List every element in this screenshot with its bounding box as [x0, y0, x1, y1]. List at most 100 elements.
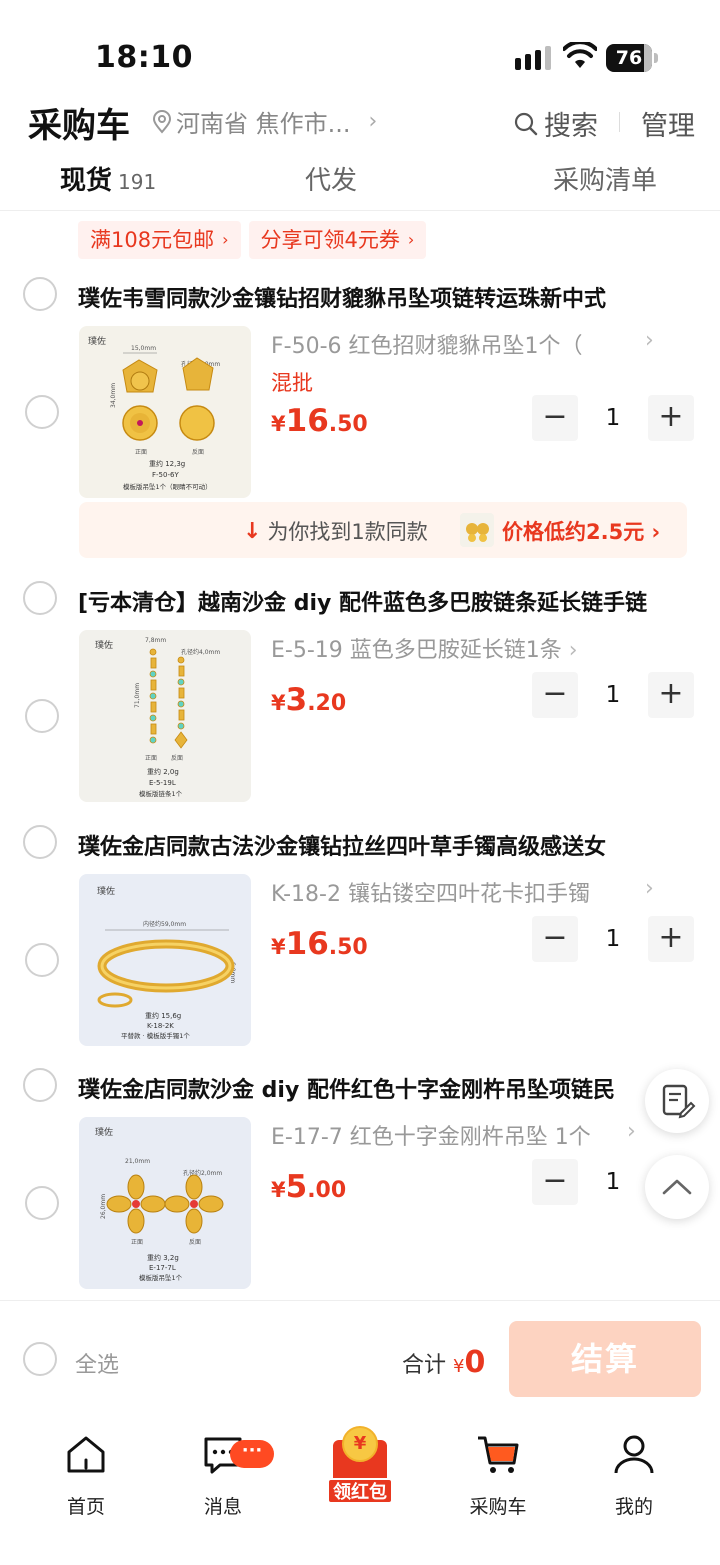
manage-button[interactable]: 管理 [641, 104, 695, 143]
product-image[interactable]: 璞佐 15,0mm 孔径约2,0mm 34,0mm 正面 反面 重约 12,3g… [79, 326, 251, 498]
nav-red-packet[interactable]: ¥ 领红包 [327, 1426, 393, 1504]
search-button[interactable]: 搜索 [514, 104, 598, 143]
decrement-button[interactable]: − [532, 672, 578, 718]
nav-home[interactable]: 首页 [31, 1430, 141, 1519]
price-integer: 16 [285, 926, 329, 962]
price-integer: 16 [285, 403, 329, 439]
location-pin-icon [152, 109, 172, 134]
divider [0, 210, 720, 211]
currency-symbol: ¥ [453, 1356, 465, 1377]
increment-button[interactable]: + [648, 916, 694, 962]
nav-messages[interactable]: 消息 ··· [168, 1430, 278, 1519]
price-decimal: .20 [307, 691, 347, 716]
increment-button[interactable]: + [648, 672, 694, 718]
tab-label: 现货 [60, 166, 113, 196]
user-icon [614, 1435, 654, 1474]
similar-item-banner[interactable]: ↓ 为你找到1款同款 价格低约2.5元 › [79, 502, 687, 558]
price: ¥5.00 [271, 1169, 347, 1205]
select-all-label[interactable]: 全选 [75, 1347, 119, 1379]
quantity-value[interactable]: 1 [578, 1159, 648, 1205]
price-decimal: .50 [328, 412, 368, 437]
nav-label: 我的 [614, 1496, 653, 1518]
product-title[interactable]: 璞佐韦雪同款沙金镶钻招财貔貅吊坠项链转运珠新中式 [78, 281, 694, 313]
note-label: 平替款 · 模板版手镯1个 [121, 1031, 190, 1040]
dim-label: 15,0mm [131, 345, 156, 352]
chevron-right-icon: › [645, 328, 654, 353]
checkout-bar: 全选 合计 ¥0 结算 [0, 1300, 720, 1412]
nav-profile[interactable]: 我的 [579, 1430, 689, 1519]
quantity-value[interactable]: 1 [578, 672, 648, 718]
tab-dropship[interactable]: 代发 [305, 160, 357, 197]
total-label: 合计 [402, 1353, 447, 1378]
quantity-value[interactable]: 1 [578, 395, 648, 441]
promo-chips: 满108元包邮 › 分享可领4元券 › [78, 221, 427, 259]
promo-free-shipping[interactable]: 满108元包邮 › [78, 221, 241, 259]
dim-label: 34,0mm [110, 383, 117, 408]
code-label: E-5-19L [149, 779, 176, 787]
location-selector[interactable]: 河南省 焦作市... › [152, 104, 377, 139]
checkout-button[interactable]: 结算 [509, 1321, 701, 1397]
nav-label: 领红包 [327, 1478, 393, 1504]
product-title[interactable]: 璞佐金店同款沙金 diy 配件红色十字金刚杵吊坠项链民 [78, 1072, 658, 1104]
sku-selector[interactable]: K-18-2 镶钻镂空四叶花卡扣手镯 [271, 876, 590, 908]
brand-mark: 璞佐 [97, 885, 115, 897]
product-title[interactable]: [亏本清仓】越南沙金 diy 配件蓝色多巴胺链条延长链手链 [78, 585, 694, 617]
sku-selector[interactable]: E-17-7 红色十字金刚杵吊坠 1个 [271, 1119, 591, 1151]
dim-label: 7,8mm [145, 637, 166, 644]
similar-price-text: 价格低约2.5元 [502, 520, 645, 544]
promo-share-coupon[interactable]: 分享可领4元券 › [248, 221, 427, 259]
store-select-radio[interactable] [23, 825, 57, 859]
home-icon [67, 1436, 105, 1473]
chevron-right-icon: › [645, 876, 654, 901]
scroll-top-button[interactable] [645, 1155, 709, 1219]
decrement-button[interactable]: − [532, 1159, 578, 1205]
similar-price-diff: 价格低约2.5元 › [502, 520, 661, 544]
tab-bar: 现货 191 代发 采购清单 [0, 150, 720, 210]
product-image[interactable]: 璞佐 21,0mm 孔径约2,0mm 26,0mm 正面 反面 重约 3,2g … [79, 1117, 251, 1289]
dim-label: 21,0mm [125, 1158, 150, 1165]
quantity-stepper: − 1 + [532, 672, 694, 718]
item-select-radio[interactable] [25, 943, 59, 977]
feedback-button[interactable] [645, 1069, 709, 1133]
item-select-radio[interactable] [25, 1186, 59, 1220]
quantity-stepper: − 1 [532, 1159, 642, 1205]
back-label: 反面 [189, 1238, 201, 1246]
sku-selector[interactable]: F-50-6 红色招财貔貅吊坠1个（ [271, 328, 583, 360]
code-label: K-18-2K [147, 1022, 174, 1030]
product-title[interactable]: 璞佐金店同款古法沙金镶钻拉丝四叶草手镯高级感送女 [78, 829, 694, 861]
select-all-radio[interactable] [23, 1342, 57, 1376]
note-label: 模板版吊坠1个 [139, 1273, 183, 1282]
front-label: 正面 [135, 449, 147, 456]
brand-mark: 璞佐 [95, 639, 113, 651]
status-time: 18:10 [95, 40, 193, 75]
total: 合计 ¥0 [402, 1345, 485, 1380]
quantity-stepper: − 1 + [532, 395, 694, 441]
weight-label: 重约 12,3g [149, 459, 185, 468]
edit-note-icon [662, 1084, 696, 1119]
chevron-right-icon: › [568, 638, 578, 663]
dim-label: 71,0mm [134, 683, 141, 708]
product-image[interactable]: 璞佐 7,8mm 孔径约4,0mm 71,0mm 正面 反面 重约 2,0g E… [79, 630, 251, 802]
store-select-radio[interactable] [23, 581, 57, 615]
decrement-button[interactable]: − [532, 395, 578, 441]
store-select-radio[interactable] [23, 277, 57, 311]
nav-cart[interactable]: 采购车 [443, 1430, 553, 1519]
product-image[interactable]: 璞佐 内径约59,0mm 6,0mm 重约 15,6g K-18-2K 平替款 … [79, 874, 251, 1046]
tab-purchase-list[interactable]: 采购清单 [553, 160, 657, 197]
quantity-value[interactable]: 1 [578, 916, 648, 962]
store-select-radio[interactable] [23, 1068, 57, 1102]
search-icon [514, 112, 538, 135]
decrement-button[interactable]: − [532, 916, 578, 962]
item-select-radio[interactable] [25, 395, 59, 429]
sku-selector[interactable]: E-5-19 蓝色多巴胺延长链1条 › [271, 632, 578, 664]
weight-label: 重约 3,2g [147, 1253, 179, 1262]
item-select-radio[interactable] [25, 699, 59, 733]
tab-count: 191 [118, 170, 157, 194]
price: ¥16.50 [271, 403, 368, 439]
battery-level: 76 [615, 47, 643, 69]
tab-in-stock[interactable]: 现货 191 [60, 160, 156, 197]
chevron-right-icon: › [222, 230, 229, 249]
increment-button[interactable]: + [648, 395, 694, 441]
chevron-up-icon [662, 1179, 692, 1195]
page-title: 采购车 [28, 106, 130, 146]
